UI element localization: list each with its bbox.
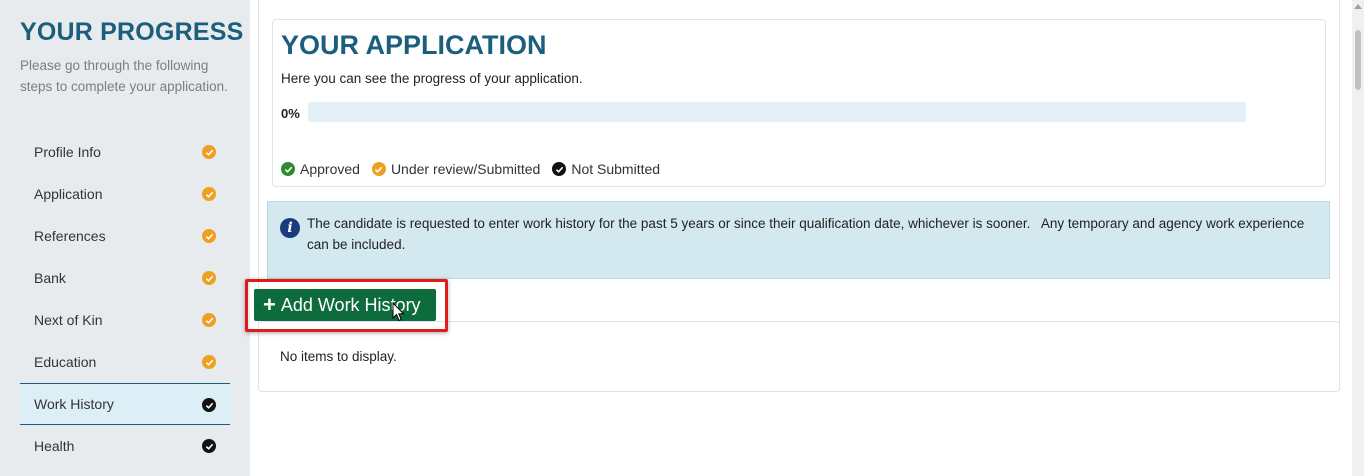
step-application[interactable]: Application xyxy=(20,173,230,215)
info-text: The candidate is requested to enter work… xyxy=(307,216,1309,252)
step-label: Education xyxy=(34,354,97,370)
progress-sidebar: YOUR PROGRESS Please go through the foll… xyxy=(0,0,250,476)
add-work-history-button[interactable]: + Add Work History xyxy=(254,289,436,321)
step-label: Application xyxy=(34,186,103,202)
sidebar-description: Please go through the following steps to… xyxy=(20,58,228,94)
step-label: Health xyxy=(34,438,75,454)
info-alert: i The candidate is requested to enter wo… xyxy=(267,201,1330,279)
check-circle-orange-icon xyxy=(202,355,216,369)
check-circle-orange-icon xyxy=(371,162,386,176)
check-circle-orange-icon xyxy=(202,271,216,285)
check-circle-black-icon xyxy=(202,439,216,453)
check-circle-orange-icon xyxy=(202,229,216,243)
status-legend: Approved Under review/Submitted Not Subm… xyxy=(281,161,672,177)
step-health[interactable]: Health xyxy=(20,425,230,467)
application-card: YOUR APPLICATION Here you can see the pr… xyxy=(272,19,1326,187)
scroll-up-icon[interactable] xyxy=(1354,4,1362,9)
progress-percent-label: 0% xyxy=(281,106,300,121)
sidebar-title: YOUR PROGRESS xyxy=(20,18,244,46)
progress-bar xyxy=(308,102,1246,122)
info-icon: i xyxy=(280,218,300,238)
legend-label: Not Submitted xyxy=(571,161,661,177)
plus-icon: + xyxy=(263,292,276,317)
step-label: References xyxy=(34,228,106,244)
step-label: Work History xyxy=(34,396,114,412)
application-description: Here you can see the progress of your ap… xyxy=(281,71,583,86)
check-circle-black-icon xyxy=(202,398,216,412)
step-label: Bank xyxy=(34,270,66,286)
check-circle-orange-icon xyxy=(202,187,216,201)
step-next-of-kin[interactable]: Next of Kin xyxy=(20,299,230,341)
check-circle-green-icon xyxy=(281,162,295,176)
legend-approved: Approved xyxy=(281,161,360,177)
check-circle-orange-icon xyxy=(202,145,216,159)
empty-list-message: No items to display. xyxy=(280,349,397,364)
step-education[interactable]: Education xyxy=(20,341,230,383)
application-title: YOUR APPLICATION xyxy=(281,30,547,60)
step-work-history[interactable]: Work History xyxy=(20,383,230,425)
steps-list: Profile Info Application References Bank… xyxy=(20,131,230,467)
mouse-cursor-icon xyxy=(392,302,405,322)
check-circle-black-icon xyxy=(552,162,567,176)
legend-not-submitted: Not Submitted xyxy=(552,161,660,177)
scrollbar-thumb[interactable] xyxy=(1355,30,1361,90)
step-profile-info[interactable]: Profile Info xyxy=(20,131,230,173)
vertical-scrollbar[interactable] xyxy=(1352,0,1364,476)
step-label: Profile Info xyxy=(34,144,101,160)
legend-label: Under review/Submitted xyxy=(390,161,541,177)
step-label: Next of Kin xyxy=(34,312,103,328)
check-circle-orange-icon xyxy=(202,313,216,327)
step-references[interactable]: References xyxy=(20,215,230,257)
step-bank[interactable]: Bank xyxy=(20,257,230,299)
legend-under-review: Under review/Submitted xyxy=(371,161,541,177)
legend-label: Approved xyxy=(300,161,360,177)
